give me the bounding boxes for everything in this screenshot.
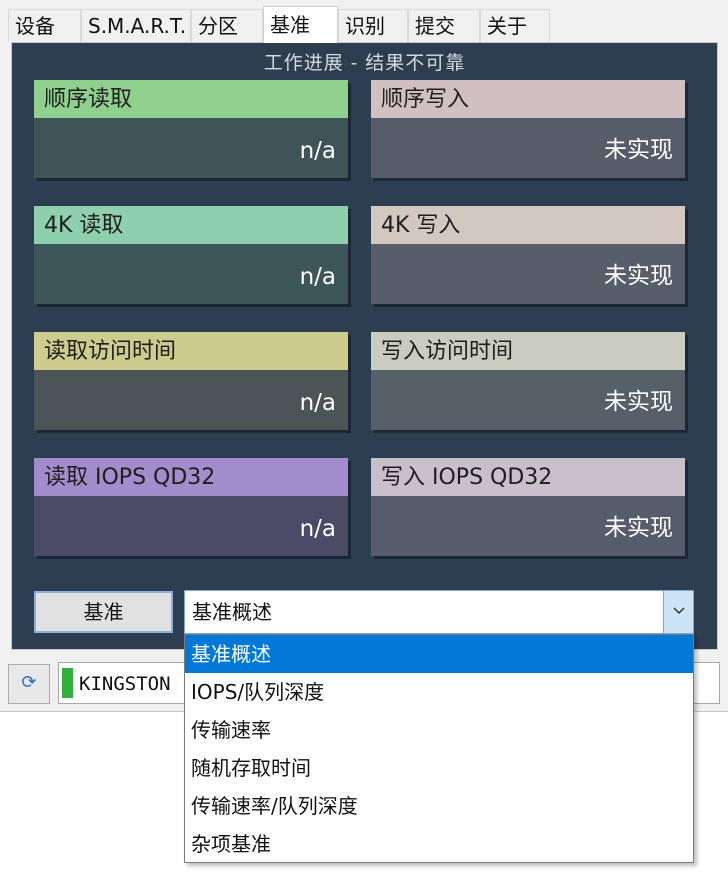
tab-submit[interactable]: 提交 (408, 9, 480, 42)
drive-name: KINGSTON (79, 673, 171, 695)
card-label: 顺序写入 (371, 80, 685, 118)
card-value: 未实现 (604, 263, 673, 289)
app-window: 设备 S.M.A.R.T. 分区 基准 识别 提交 关于 工作进展 - 结果不可… (0, 0, 728, 712)
benchmark-type-dropdown: 基准概述 IOPS/队列深度 传输速率 随机存取时间 传输速率/队列深度 杂项基… (184, 634, 694, 863)
card-4k-write: 4K 写入 未实现 (371, 206, 685, 304)
dropdown-option[interactable]: 传输速率 (185, 711, 693, 749)
dropdown-option[interactable]: 传输速率/队列深度 (185, 787, 693, 825)
card-read-access-time: 读取访问时间 n/a (34, 332, 348, 430)
card-value: 未实现 (604, 515, 673, 541)
tab-benchmark[interactable]: 基准 (263, 6, 338, 43)
card-label: 读取 IOPS QD32 (34, 458, 348, 496)
benchmark-type-select[interactable]: 基准概述 (184, 590, 694, 634)
panel-title: 工作进展 - 结果不可靠 (263, 52, 466, 74)
card-body: 未实现 (371, 118, 685, 178)
card-value: n/a (299, 138, 336, 164)
tab-partitions[interactable]: 分区 (191, 9, 263, 42)
dropdown-option[interactable]: 基准概述 (185, 635, 693, 673)
refresh-button[interactable]: ⟳ (8, 664, 50, 704)
card-read-iops: 读取 IOPS QD32 n/a (34, 458, 348, 556)
card-body: n/a (34, 370, 348, 430)
card-value: 未实现 (604, 389, 673, 415)
card-label: 4K 写入 (371, 206, 685, 244)
card-body: n/a (34, 496, 348, 556)
dropdown-option[interactable]: 随机存取时间 (185, 749, 693, 787)
card-seq-read: 顺序读取 n/a (34, 80, 348, 178)
card-value: n/a (299, 264, 336, 290)
card-body: 未实现 (371, 244, 685, 304)
tab-device[interactable]: 设备 (8, 9, 81, 42)
card-label: 4K 读取 (34, 206, 348, 244)
card-value: n/a (299, 390, 336, 416)
refresh-icon: ⟳ (21, 672, 37, 693)
card-body: 未实现 (371, 370, 685, 430)
card-body: n/a (34, 244, 348, 304)
drive-status-indicator (62, 668, 73, 698)
dropdown-option[interactable]: IOPS/队列深度 (185, 673, 693, 711)
tab-smart[interactable]: S.M.A.R.T. (81, 9, 191, 42)
dropdown-option[interactable]: 杂项基准 (185, 825, 693, 863)
card-write-access-time: 写入访问时间 未实现 (371, 332, 685, 430)
card-value: 未实现 (604, 137, 673, 163)
card-label: 顺序读取 (34, 80, 348, 118)
card-seq-write: 顺序写入 未实现 (371, 80, 685, 178)
chevron-down-icon[interactable] (663, 591, 693, 633)
benchmark-panel: 工作进展 - 结果不可靠 顺序读取 n/a 顺序写入 未实现 4K 读取 n/a… (11, 42, 718, 650)
card-label: 读取访问时间 (34, 332, 348, 370)
card-label: 写入访问时间 (371, 332, 685, 370)
card-body: n/a (34, 118, 348, 178)
card-label: 写入 IOPS QD32 (371, 458, 685, 496)
select-value: 基准概述 (192, 600, 272, 624)
card-value: n/a (299, 516, 336, 542)
tab-identify[interactable]: 识别 (338, 9, 408, 42)
tab-about[interactable]: 关于 (480, 9, 550, 42)
card-4k-read: 4K 读取 n/a (34, 206, 348, 304)
card-write-iops: 写入 IOPS QD32 未实现 (371, 458, 685, 556)
benchmark-button[interactable]: 基准 (34, 591, 173, 633)
card-body: 未实现 (371, 496, 685, 556)
